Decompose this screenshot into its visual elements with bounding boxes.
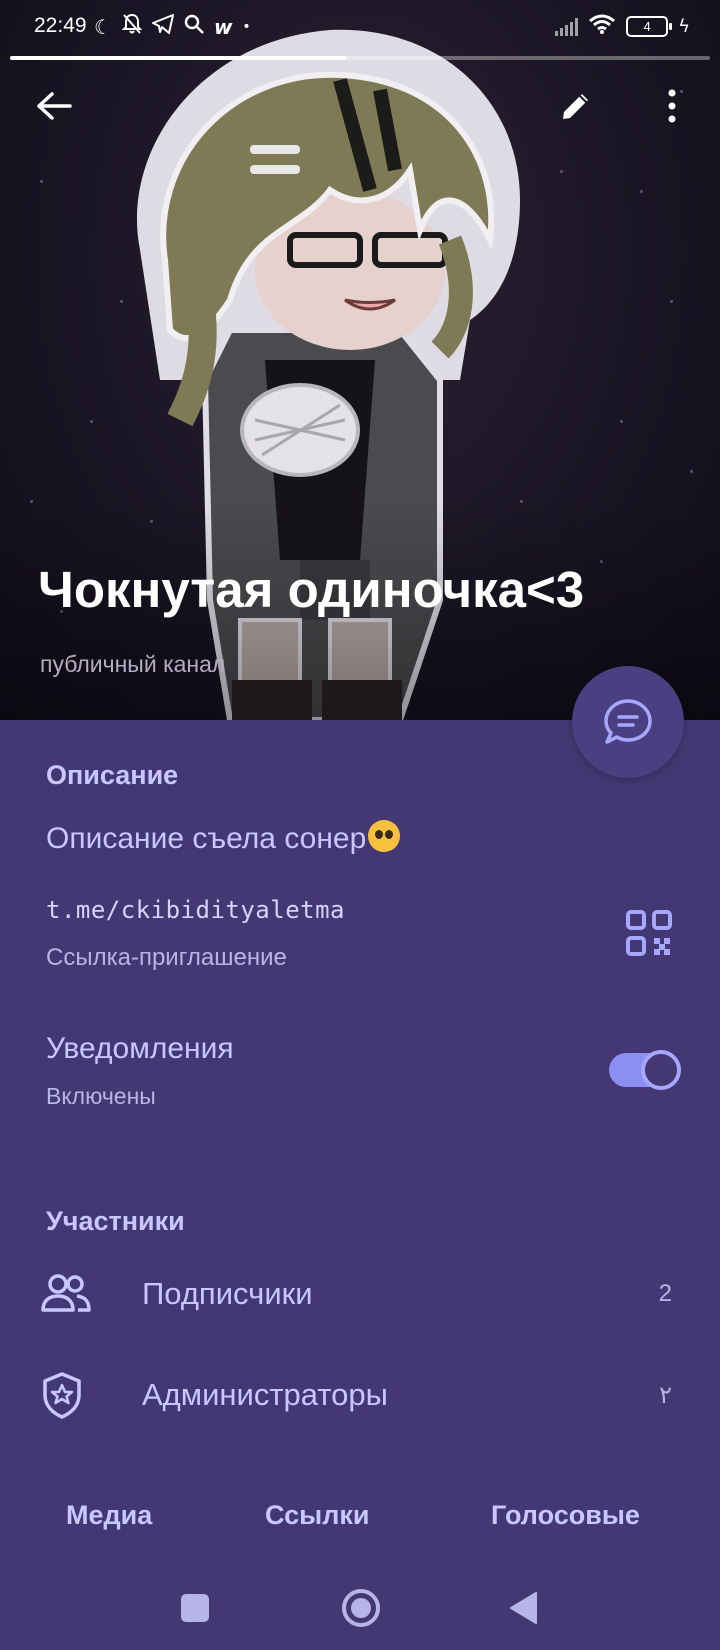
edit-button[interactable] (554, 84, 598, 128)
administrators-label: Администраторы (142, 1377, 388, 1412)
toggle-knob (641, 1050, 681, 1090)
description-heading: Описание (46, 760, 179, 790)
chat-bubble-icon (604, 699, 652, 744)
administrators-count: ٢ (659, 1382, 672, 1409)
system-navigation-bar (0, 1565, 720, 1650)
square-icon (181, 1594, 209, 1622)
story-progress-bar (10, 56, 710, 60)
signal-icon (555, 16, 579, 36)
battery-icon: 4 (626, 15, 673, 37)
pencil-icon (563, 94, 588, 119)
invite-link-label: Ссылка-приглашение (46, 944, 287, 971)
status-system-icons: 4 ϟ (555, 14, 690, 38)
telegram-icon (151, 14, 174, 39)
people-icon (41, 1274, 91, 1312)
description-text-value: Описание съела сонер (46, 822, 367, 855)
nav-back-button[interactable] (498, 1583, 548, 1633)
status-notification-icons: ☾ w • (94, 13, 251, 40)
dot-icon: • (242, 18, 251, 35)
bell-off-icon (121, 13, 143, 40)
moon-icon: ☾ (94, 14, 112, 39)
channel-title: Чокнутая одиночка<3 (38, 561, 585, 618)
discussion-button[interactable] (572, 666, 684, 778)
subscribers-count: 2 (658, 1280, 672, 1307)
tab-voice[interactable]: Голосовые (491, 1500, 640, 1531)
recents-button[interactable] (170, 1583, 220, 1633)
description-text[interactable]: Описание съела сонер (46, 820, 401, 856)
subscribers-row[interactable]: Подписчики 2 (0, 1254, 720, 1334)
invite-link[interactable]: t.me/ckibidityaletma (46, 896, 345, 924)
qr-code-button[interactable] (624, 908, 674, 958)
tab-links[interactable]: Ссылки (265, 1500, 369, 1531)
search-icon (184, 14, 204, 39)
tab-media[interactable]: Медиа (66, 1500, 152, 1531)
wifi-icon (588, 14, 616, 38)
notifications-toggle[interactable] (609, 1050, 681, 1090)
home-button[interactable] (336, 1583, 386, 1633)
status-time: 22:49 (34, 14, 87, 37)
more-options-button[interactable] (650, 84, 694, 128)
qr-code-icon (626, 910, 672, 956)
notifications-status: Включены (46, 1083, 156, 1109)
charging-icon: ϟ (678, 15, 690, 37)
status-bar: 22:49 ☾ w • 4 ϟ (0, 0, 720, 54)
administrators-row[interactable]: Администраторы ٢ (0, 1355, 720, 1435)
subscribers-label: Подписчики (142, 1276, 313, 1311)
members-heading: Участники (46, 1206, 185, 1236)
notifications-title[interactable]: Уведомления (46, 1032, 234, 1066)
arrow-left-icon (37, 92, 72, 120)
triangle-back-icon (510, 1592, 537, 1624)
pleading-face-icon (368, 820, 401, 852)
circle-icon (342, 1589, 380, 1627)
shield-star-icon (43, 1372, 81, 1419)
channel-subtitle: публичный канал (40, 651, 226, 677)
shared-media-tabs: Медиа Ссылки Голосовые (0, 1488, 720, 1552)
profile-hero: 22:49 ☾ w • 4 ϟ Чокнутая одиночка<3 публ… (0, 0, 720, 720)
app-w-icon: w (213, 14, 233, 39)
dots-vertical-icon (668, 89, 676, 123)
story-progress-fill (10, 56, 346, 60)
back-button[interactable] (32, 84, 76, 128)
